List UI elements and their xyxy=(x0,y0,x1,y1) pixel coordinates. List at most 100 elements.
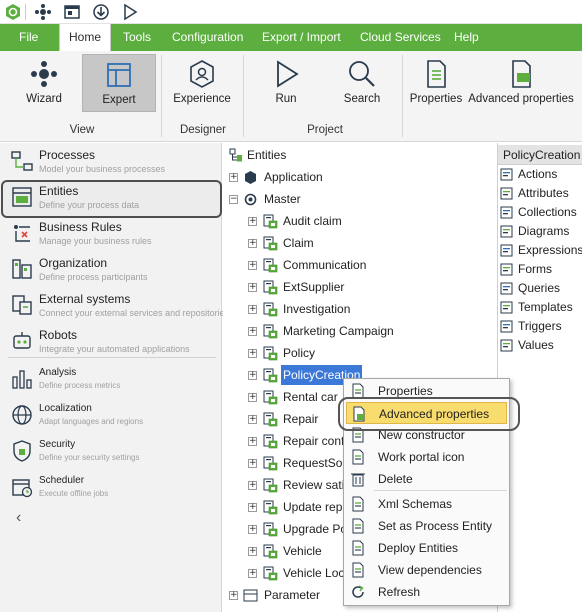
expand-toggle[interactable]: + xyxy=(248,393,257,402)
nav-title: Scheduler xyxy=(39,475,85,486)
tree-label: Repair confi xyxy=(283,434,348,448)
expert-button[interactable]: Expert xyxy=(82,54,156,112)
tree-label: Parameter xyxy=(264,588,321,602)
menu-item-label: Delete xyxy=(378,472,413,486)
entity-icon xyxy=(263,390,278,405)
panel-item-label: Expressions xyxy=(518,243,582,257)
nav-subtitle: Connect your external services and repos… xyxy=(39,308,230,318)
entities-tree-icon xyxy=(229,148,242,162)
tree-label: Application xyxy=(264,170,323,184)
collections-icon xyxy=(500,206,513,219)
tab-cloud-services[interactable]: Cloud Services xyxy=(360,24,441,51)
entity-icon xyxy=(263,456,278,471)
external-systems-icon xyxy=(12,295,32,315)
panel-item-label: Actions xyxy=(518,167,558,181)
menu-item-label: Xml Schemas xyxy=(378,497,453,511)
experience-button[interactable]: Experience xyxy=(168,54,236,112)
globe-icon xyxy=(12,405,32,425)
expand-toggle[interactable]: + xyxy=(248,261,257,270)
expand-toggle[interactable]: + xyxy=(229,173,238,182)
panel-item-label: Queries xyxy=(518,281,561,295)
expand-toggle[interactable]: + xyxy=(248,371,257,380)
download-icon[interactable] xyxy=(91,2,111,22)
tree-label: Update repa xyxy=(283,500,350,514)
menu-item-xml-schemas[interactable]: Xml Schemas xyxy=(346,493,507,515)
properties-button[interactable]: Properties xyxy=(408,54,464,112)
expand-toggle[interactable]: + xyxy=(248,481,257,490)
nav-subtitle: Model your business processes xyxy=(39,164,166,174)
tree-label: Rental car xyxy=(283,390,338,404)
window-icon[interactable] xyxy=(62,2,82,22)
expand-toggle[interactable]: + xyxy=(248,459,257,468)
menu-item-label: Set as Process Entity xyxy=(378,519,493,533)
business-rules-icon xyxy=(14,225,30,242)
wizard-label: Wizard xyxy=(26,93,62,105)
refresh-icon xyxy=(352,585,364,598)
expand-toggle[interactable]: + xyxy=(248,239,257,248)
search-icon xyxy=(349,61,375,87)
nav-title: Entities xyxy=(39,184,79,198)
expand-toggle[interactable]: + xyxy=(248,525,257,534)
expand-toggle[interactable]: + xyxy=(248,569,257,578)
tab-tools[interactable]: Tools xyxy=(123,24,151,51)
entities-icon xyxy=(12,187,32,207)
expand-toggle[interactable]: + xyxy=(248,305,257,314)
app-logo-icon xyxy=(6,4,20,20)
nav-title: Business Rules xyxy=(39,220,122,234)
nav-divider xyxy=(8,357,216,358)
entity-icon xyxy=(263,280,278,295)
tree-label: Repair xyxy=(283,412,319,426)
group-label-designer: Designer xyxy=(179,124,227,136)
advanced-properties-button[interactable]: Advanced properties xyxy=(468,54,574,112)
tree-label: Entities xyxy=(247,148,287,162)
panel-item-label: Diagrams xyxy=(518,224,570,238)
entity-icon xyxy=(263,566,278,581)
collapse-toggle[interactable]: − xyxy=(229,195,238,204)
collapse-nav-button[interactable]: ‹ xyxy=(16,509,21,527)
run-label: Run xyxy=(275,93,297,105)
menu-item-refresh[interactable]: Refresh xyxy=(346,581,507,603)
process-entity-icon xyxy=(352,518,364,534)
tab-configuration[interactable]: Configuration xyxy=(172,24,243,51)
queries-icon xyxy=(500,282,513,295)
expand-toggle[interactable]: + xyxy=(248,503,257,512)
process-icon[interactable] xyxy=(33,2,53,22)
tab-help[interactable]: Help xyxy=(454,24,479,51)
nav-subtitle: Define your process data xyxy=(39,200,140,210)
forms-icon xyxy=(500,263,513,276)
tab-file[interactable]: File xyxy=(19,24,38,51)
expand-toggle[interactable]: + xyxy=(248,415,257,424)
expand-toggle[interactable]: + xyxy=(229,591,238,600)
nav-title: Security xyxy=(39,439,76,450)
expand-toggle[interactable]: + xyxy=(248,437,257,446)
experience-label: Experience xyxy=(173,93,231,105)
run-icon[interactable] xyxy=(120,2,140,22)
expand-toggle[interactable]: + xyxy=(248,327,257,336)
wizard-button[interactable]: Wizard xyxy=(14,54,74,112)
run-button[interactable]: Run xyxy=(264,54,308,112)
menu-item-work-portal-icon[interactable]: Work portal icon xyxy=(346,446,507,468)
actions-icon xyxy=(500,168,513,181)
tab-home[interactable]: Home xyxy=(59,24,111,51)
menu-item-delete[interactable]: Delete xyxy=(346,468,507,490)
nav-subtitle: Execute offline jobs xyxy=(39,489,109,498)
panel-item-label: Values xyxy=(518,338,554,352)
expand-toggle[interactable]: + xyxy=(248,283,257,292)
menu-item-set-as-process-entity[interactable]: Set as Process Entity xyxy=(346,515,507,537)
left-navigation: Processes Model your business processes … xyxy=(0,143,229,612)
tab-export-import[interactable]: Export / Import xyxy=(262,24,341,51)
advanced-properties-callout xyxy=(338,397,520,431)
menu-item-view-dependencies[interactable]: View dependencies xyxy=(346,559,507,581)
entity-icon xyxy=(263,434,278,449)
nav-subtitle: Define process participants xyxy=(39,272,148,282)
dependencies-icon xyxy=(352,562,364,578)
expand-toggle[interactable]: + xyxy=(248,217,257,226)
menu-item-deploy-entities[interactable]: Deploy Entities xyxy=(346,537,507,559)
tree-label: RequestSoli xyxy=(283,456,348,470)
entity-icon xyxy=(263,258,278,273)
expand-toggle[interactable]: + xyxy=(248,349,257,358)
nav-title: Processes xyxy=(39,148,96,162)
entity-icon xyxy=(263,214,278,229)
expand-toggle[interactable]: + xyxy=(248,547,257,556)
search-button[interactable]: Search xyxy=(338,54,386,112)
